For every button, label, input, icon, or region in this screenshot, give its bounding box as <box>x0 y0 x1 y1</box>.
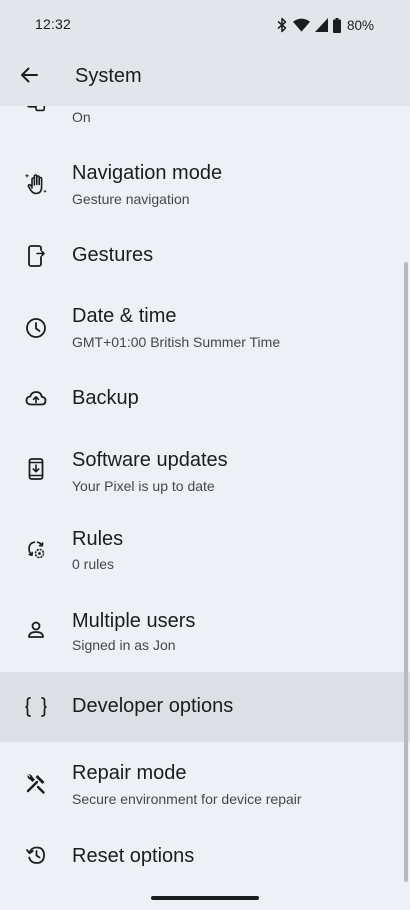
list-item-title: Navigation mode <box>72 162 223 184</box>
list-item-rules[interactable]: Rules 0 rules <box>0 526 410 594</box>
list-item-subtitle: Signed in as Jon <box>72 637 176 653</box>
list-item-multiple-users[interactable]: Multiple users Signed in as Jon <box>0 594 410 672</box>
list-item-repair-mode[interactable]: Repair mode Secure environment for devic… <box>0 742 410 824</box>
person-icon <box>22 616 50 644</box>
list-item-subtitle: On <box>72 109 91 125</box>
phone-gesture-icon <box>22 242 50 270</box>
page-title: System <box>75 65 142 87</box>
system-update-icon <box>22 455 50 483</box>
battery-percent: 80% <box>346 17 374 33</box>
rules-icon <box>22 536 50 564</box>
app-bar: System <box>0 50 410 106</box>
cloud-upload-icon <box>22 384 50 412</box>
list-item-reset-options[interactable]: Reset options <box>0 824 410 888</box>
screen-icon <box>22 106 50 118</box>
list-item-title: Reset options <box>72 845 195 867</box>
list-item-date-time[interactable]: Date & time GMT+01:00 British Summer Tim… <box>0 290 410 372</box>
home-indicator[interactable] <box>151 896 259 900</box>
list-item-subtitle: GMT+01:00 British Summer Time <box>72 334 281 350</box>
list-item-title: Developer options <box>72 695 234 717</box>
arrow-back-icon <box>19 65 39 90</box>
clock-icon <box>22 314 50 342</box>
list-item-title: Software updates <box>72 449 228 471</box>
list-item-gestures[interactable]: Gestures <box>0 222 410 290</box>
battery-icon <box>332 17 341 33</box>
wifi-icon <box>292 18 310 32</box>
code-braces-icon <box>22 693 50 721</box>
scrollbar[interactable] <box>404 262 408 882</box>
list-item-developer-options[interactable]: Developer options <box>0 672 410 742</box>
back-button[interactable] <box>12 60 46 94</box>
list-item-title: Date & time <box>72 305 177 327</box>
status-bar: 12:32 80% <box>0 0 410 50</box>
list-item-subtitle: Secure environment for device repair <box>72 791 302 807</box>
list-item-title: Repair mode <box>72 762 187 784</box>
list-item-display[interactable]: On <box>0 106 410 140</box>
list-item-title: Multiple users <box>72 610 196 632</box>
gesture-hand-icon <box>22 170 50 198</box>
history-icon <box>22 841 50 869</box>
status-icons: 80% <box>276 16 374 34</box>
settings-list: On Navigation mode Gesture navigation Ge… <box>0 106 410 910</box>
list-item-navigation-mode[interactable]: Navigation mode Gesture navigation <box>0 140 410 222</box>
tools-icon <box>22 769 50 797</box>
list-item-subtitle: Gesture navigation <box>72 191 190 207</box>
list-item-subtitle: 0 rules <box>72 556 115 572</box>
signal-icon <box>314 18 328 32</box>
list-item-subtitle: Your Pixel is up to date <box>72 478 215 494</box>
list-item-title: Rules <box>72 528 124 550</box>
bluetooth-icon <box>276 17 288 33</box>
list-item-title: Gestures <box>72 244 154 266</box>
status-time: 12:32 <box>35 16 72 32</box>
list-item-title: Backup <box>72 387 139 409</box>
list-item-software-updates[interactable]: Software updates Your Pixel is up to dat… <box>0 430 410 526</box>
list-item-backup[interactable]: Backup <box>0 372 410 430</box>
